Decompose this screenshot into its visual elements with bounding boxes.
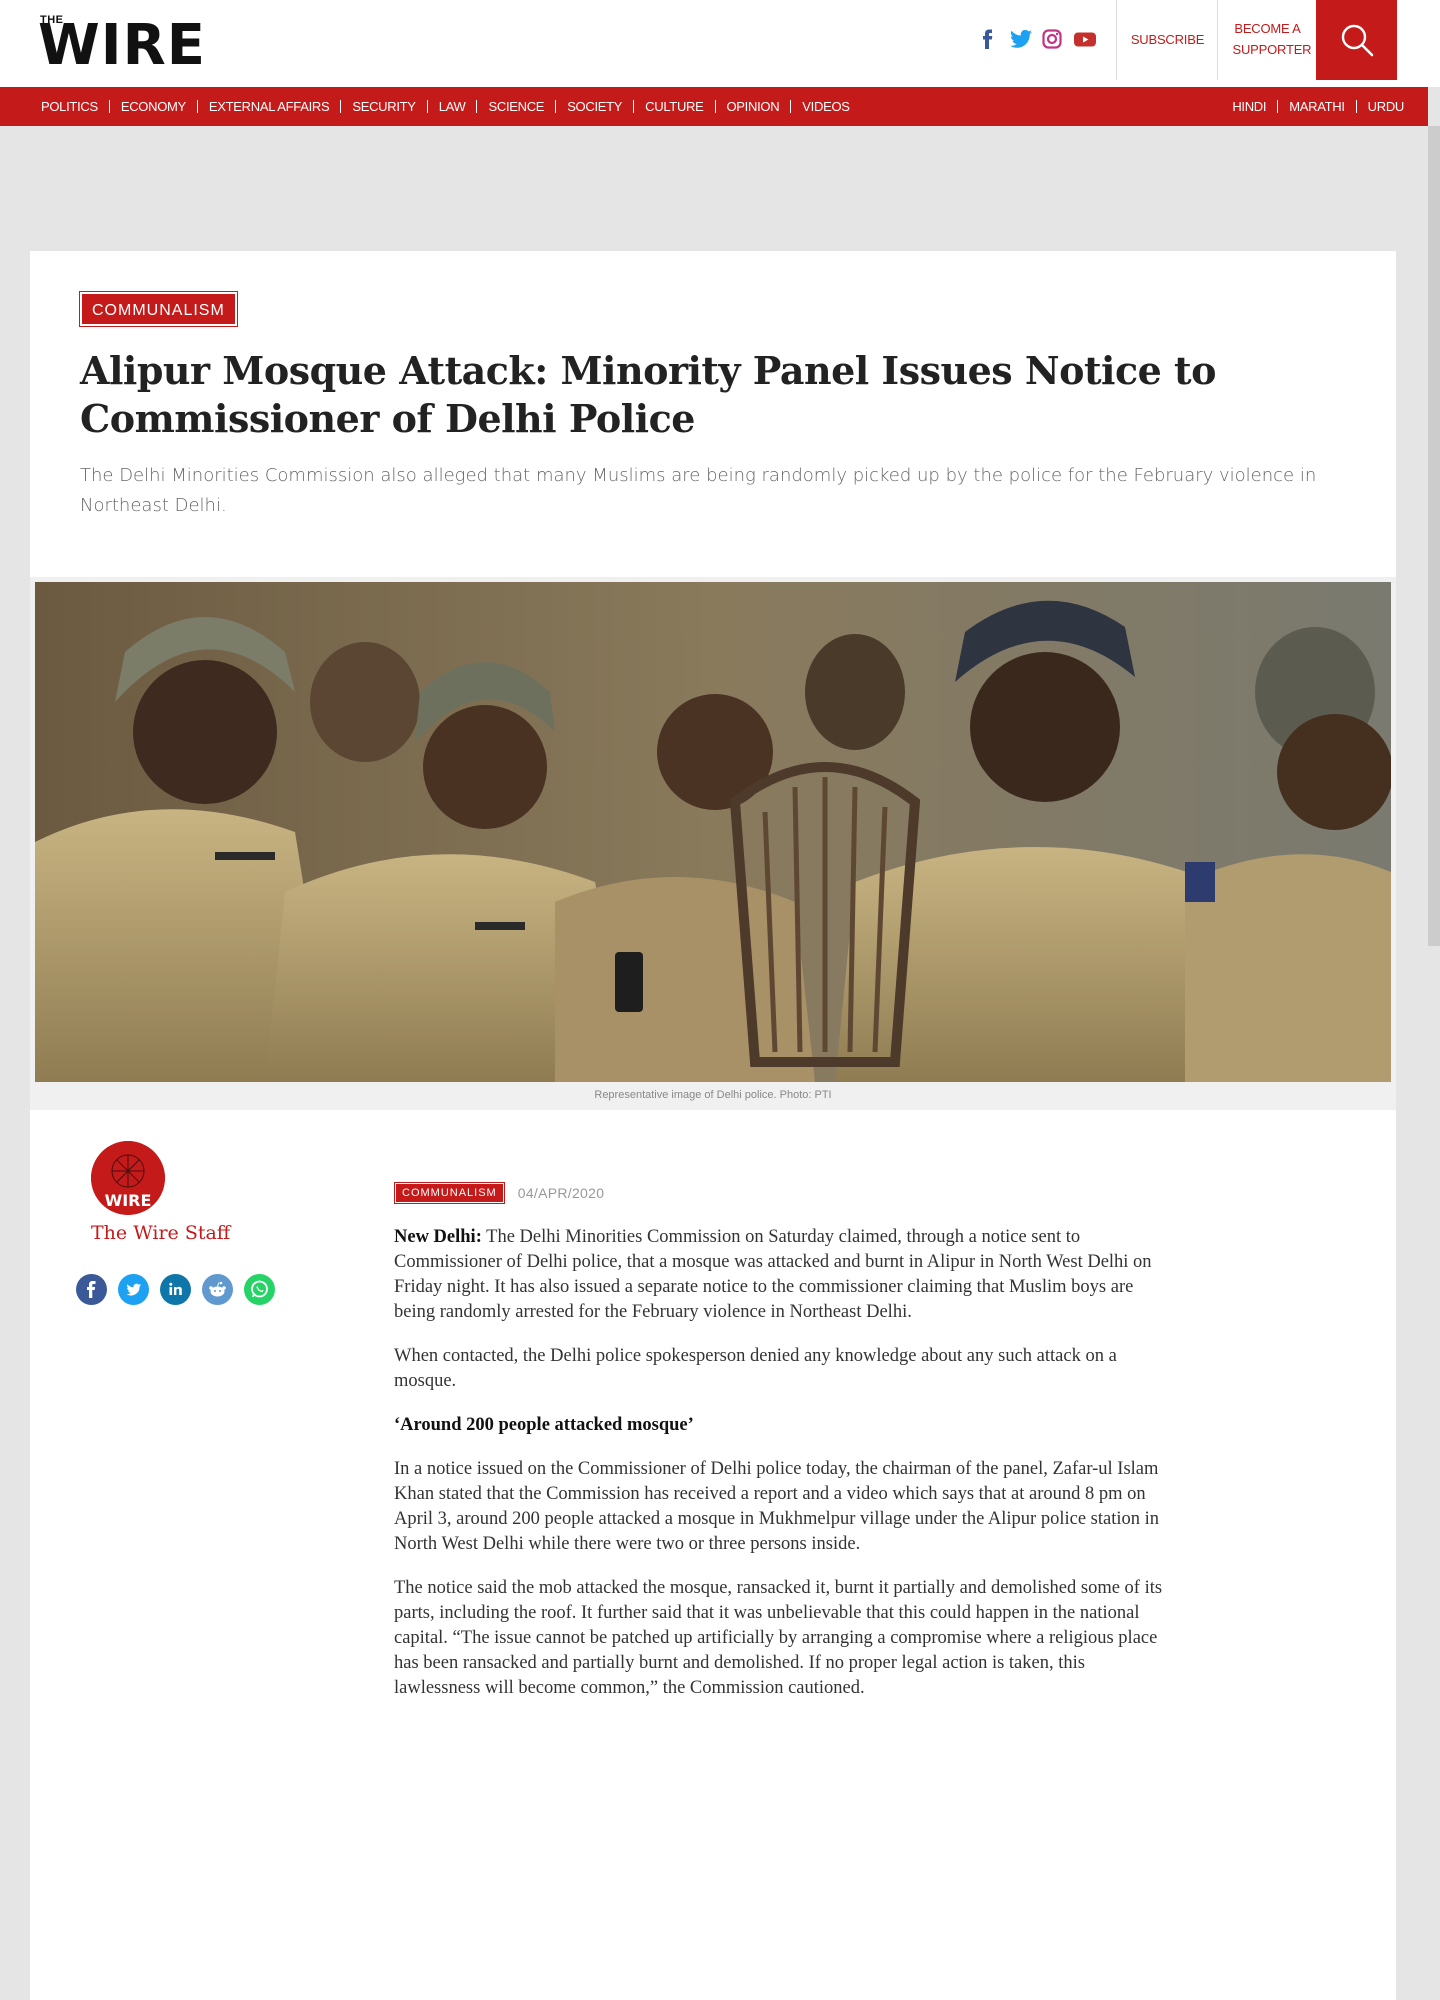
paragraph: In a notice issued on the Commissioner o… bbox=[394, 1459, 1160, 1554]
article-header: COMMUNALISM Alipur Mosque Attack: Minori… bbox=[30, 251, 1396, 577]
search-button[interactable] bbox=[1316, 0, 1397, 80]
paragraph: The notice said the mob attacked the mos… bbox=[394, 1578, 1163, 1698]
nav-opinion[interactable]: OPINION bbox=[716, 100, 792, 113]
nav-videos[interactable]: VIDEOS bbox=[791, 100, 850, 113]
subscribe-link[interactable]: SUBSCRIBE bbox=[1116, 0, 1218, 80]
nav-security[interactable]: SECURITY bbox=[341, 100, 428, 113]
author-avatar[interactable]: WIRE bbox=[91, 1141, 165, 1215]
main-nav: POLITICS ECONOMY EXTERNAL AFFAIRS SECURI… bbox=[0, 87, 1428, 126]
svg-text:WIRE: WIRE bbox=[105, 1191, 152, 1210]
section-menu: POLITICS ECONOMY EXTERNAL AFFAIRS SECURI… bbox=[41, 87, 850, 126]
linkedin-share-icon[interactable] bbox=[160, 1274, 191, 1305]
article-meta: COMMUNALISM 04/APR/2020 bbox=[394, 1182, 605, 1204]
image-caption: Representative image of Delhi police. Ph… bbox=[594, 1089, 832, 1101]
nav-economy[interactable]: ECONOMY bbox=[110, 100, 198, 113]
paragraph: When contacted, the Delhi police spokesp… bbox=[394, 1346, 1117, 1391]
language-menu: HINDI MARATHI URDU bbox=[1232, 87, 1404, 126]
become-supporter-link[interactable]: BECOME A SUPPORTER bbox=[1217, 0, 1317, 80]
subheading: ‘Around 200 people attacked mosque’ bbox=[394, 1413, 1174, 1438]
facebook-icon[interactable] bbox=[978, 29, 998, 49]
author-name[interactable]: The Wire Staff bbox=[91, 1222, 230, 1244]
nav-urdu[interactable]: URDU bbox=[1357, 100, 1405, 113]
become-supporter-label: BECOME A SUPPORTER bbox=[1232, 21, 1312, 57]
subheading-text: ‘Around 200 people attacked mosque’ bbox=[394, 1415, 694, 1435]
nav-marathi[interactable]: MARATHI bbox=[1278, 100, 1357, 113]
search-icon bbox=[1341, 24, 1373, 57]
site-header: THE WIRE SUBSCRIBE BECOME A SUPPORTER bbox=[0, 0, 1440, 87]
nav-hindi[interactable]: HINDI bbox=[1232, 100, 1279, 113]
twitter-share-icon[interactable] bbox=[118, 1274, 149, 1305]
social-links bbox=[978, 28, 1096, 50]
paragraph: New Delhi: The Delhi Minorities Commissi… bbox=[394, 1225, 1174, 1325]
nav-culture[interactable]: CULTURE bbox=[634, 100, 716, 113]
logo-wire: WIRE bbox=[38, 13, 206, 78]
instagram-icon[interactable] bbox=[1042, 29, 1062, 49]
featured-image bbox=[35, 582, 1391, 1082]
article-body: WIRE The Wire Staff COMMUNALISM 04/APR/2… bbox=[30, 1110, 1396, 2000]
nav-law[interactable]: LAW bbox=[428, 100, 478, 113]
reddit-share-icon[interactable] bbox=[202, 1274, 233, 1305]
category-tag[interactable]: COMMUNALISM bbox=[79, 291, 238, 327]
article-content: New Delhi: The Delhi Minorities Commissi… bbox=[394, 1225, 1174, 1720]
youtube-icon[interactable] bbox=[1074, 29, 1096, 49]
dateline: New Delhi: bbox=[394, 1227, 482, 1247]
nav-society[interactable]: SOCIETY bbox=[556, 100, 635, 113]
nav-external-affairs[interactable]: EXTERNAL AFFAIRS bbox=[198, 100, 342, 113]
article-headline: Alipur Mosque Attack: Minority Panel Iss… bbox=[80, 348, 1216, 441]
scrollbar-thumb[interactable] bbox=[1428, 126, 1440, 946]
share-buttons bbox=[76, 1274, 275, 1305]
site-logo[interactable]: THE WIRE bbox=[38, 13, 220, 78]
facebook-share-icon[interactable] bbox=[76, 1274, 107, 1305]
article-dek: The Delhi Minorities Commission also all… bbox=[80, 465, 1317, 516]
meta-category-tag[interactable]: COMMUNALISM bbox=[394, 1182, 505, 1204]
paragraph-text: The Delhi Minorities Commission on Satur… bbox=[394, 1227, 1152, 1322]
nav-politics[interactable]: POLITICS bbox=[41, 100, 110, 113]
twitter-icon[interactable] bbox=[1010, 29, 1032, 49]
featured-image-block: Representative image of Delhi police. Ph… bbox=[30, 577, 1396, 1110]
whatsapp-share-icon[interactable] bbox=[244, 1274, 275, 1305]
nav-science[interactable]: SCIENCE bbox=[477, 100, 557, 113]
publish-date: 04/APR/2020 bbox=[517, 1185, 605, 1201]
